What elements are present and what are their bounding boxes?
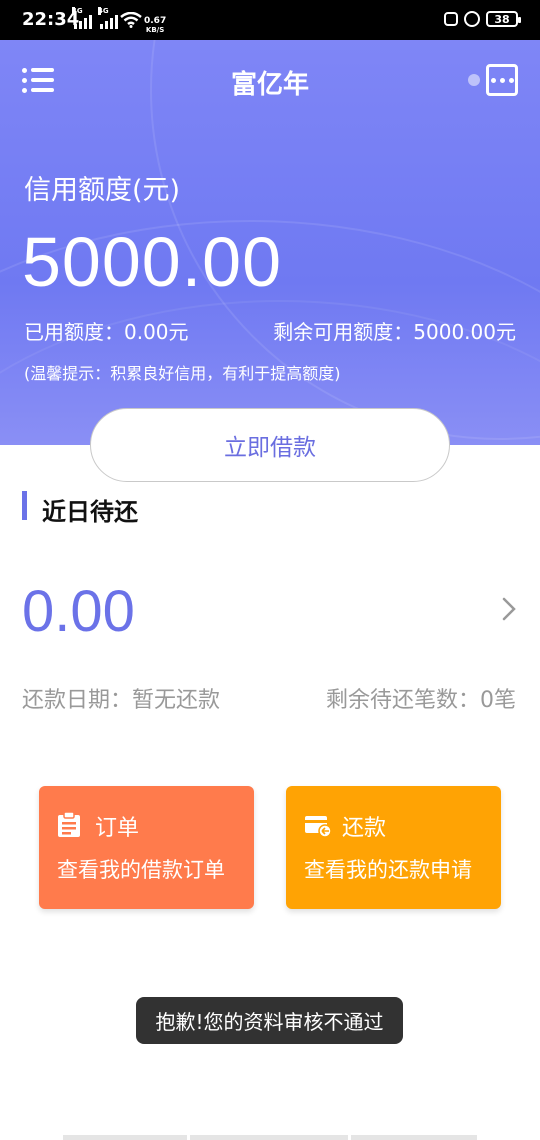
signal-icons: 4G 4G bbox=[72, 7, 118, 29]
status-time: 22:34 bbox=[22, 9, 80, 30]
card-payment-icon bbox=[305, 816, 332, 838]
due-amount: 0.00 bbox=[22, 579, 135, 644]
network-type-label: 4G bbox=[98, 7, 109, 15]
order-card[interactable]: 订单 查看我的借款订单 bbox=[39, 786, 254, 909]
chevron-right-icon[interactable] bbox=[500, 596, 518, 622]
battery-level: 38 bbox=[494, 12, 510, 26]
signal-icon: 4G bbox=[98, 7, 118, 29]
borrow-now-button[interactable]: 立即借款 bbox=[90, 408, 450, 482]
credit-header: 富亿年 信用额度(元) 5000.00 已用额度：0.00元 剩余可用额度：50… bbox=[0, 40, 540, 445]
network-speed: 0.67 KB/S bbox=[144, 17, 166, 35]
repay-card-title: 还款 bbox=[342, 816, 387, 841]
section-title: 近日待还 bbox=[42, 498, 138, 526]
speed-unit: KB/S bbox=[145, 26, 165, 34]
battery-icon: 38 bbox=[486, 11, 521, 27]
bottom-tab-divider bbox=[63, 1135, 187, 1140]
decorative-dot bbox=[468, 74, 480, 86]
order-card-desc: 查看我的借款订单 bbox=[57, 858, 225, 882]
page-title: 富亿年 bbox=[230, 70, 309, 100]
credit-tip: (温馨提示：积累良好信用，有利于提高额度) bbox=[24, 364, 341, 383]
signal-icon: 4G bbox=[72, 7, 92, 29]
speed-value: 0.67 bbox=[144, 16, 167, 26]
bottom-tab-divider bbox=[351, 1135, 477, 1140]
clipboard-icon bbox=[58, 812, 80, 837]
repay-card[interactable]: 还款 查看我的还款申请 bbox=[286, 786, 501, 909]
wifi-icon bbox=[120, 12, 142, 28]
alarm-icon bbox=[464, 11, 480, 27]
more-icon[interactable] bbox=[486, 64, 518, 96]
network-type-label: 4G bbox=[72, 7, 83, 15]
used-credit: 已用额度：0.00元 bbox=[24, 320, 189, 344]
status-right-icons: 38 bbox=[444, 11, 521, 27]
order-card-title: 订单 bbox=[95, 816, 140, 841]
section-accent-bar bbox=[22, 491, 27, 520]
remaining-credit: 剩余可用额度：5000.00元 bbox=[273, 320, 516, 344]
credit-limit-amount: 5000.00 bbox=[22, 223, 283, 301]
credit-limit-label: 信用额度(元) bbox=[24, 175, 181, 206]
toast-message: 抱歉!您的资料审核不通过 bbox=[136, 997, 403, 1044]
remaining-repayment-count: 剩余待还笔数：0笔 bbox=[326, 688, 516, 713]
repayment-date: 还款日期：暂无还款 bbox=[22, 688, 221, 713]
lock-icon bbox=[444, 12, 458, 26]
repay-card-desc: 查看我的还款申请 bbox=[304, 858, 472, 882]
status-bar: 22:34 4G 4G 0.67 KB/S 38 bbox=[0, 0, 540, 40]
bottom-tab-divider bbox=[190, 1135, 348, 1140]
